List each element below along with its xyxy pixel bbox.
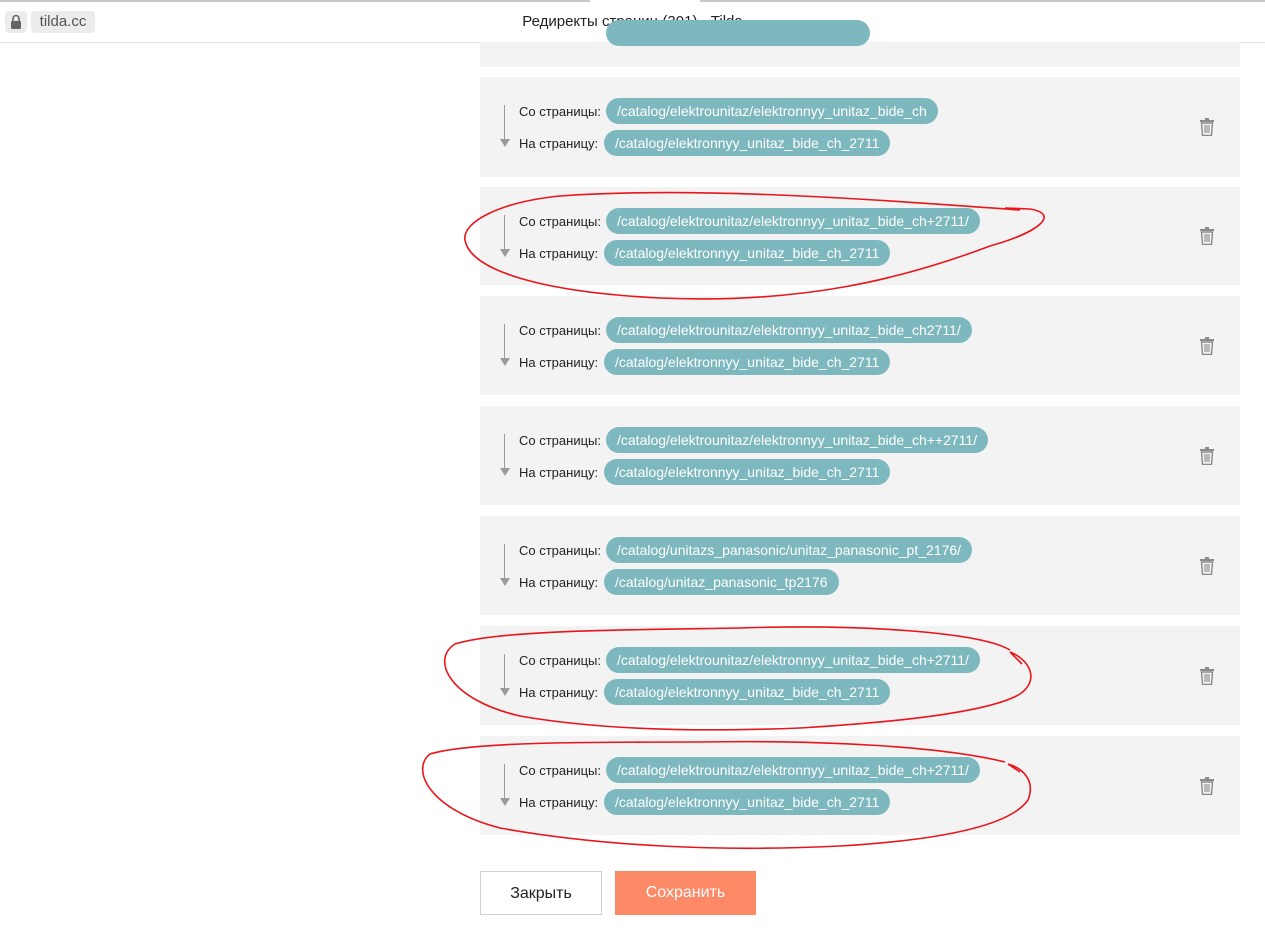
arrow-down-icon-head [500,468,510,476]
arrow-down-icon [504,324,505,359]
arrow-down-icon-head [500,139,510,147]
trash-icon[interactable] [1199,557,1215,575]
redirect-row: Со страницы: /catalog/elektrounitaz/elek… [480,187,1240,285]
to-label: На страницу: [519,136,599,151]
tab-strip-left [0,0,590,2]
save-button[interactable]: Сохранить [615,871,756,915]
to-label: На страницу: [519,355,599,370]
redirect-row-partial [480,20,1240,67]
arrow-down-icon [504,654,505,689]
from-label: Со страницы: [519,104,601,119]
trash-icon[interactable] [1199,227,1215,245]
arrow-down-icon [504,434,505,469]
arrow-down-icon-head [500,578,510,586]
redirect-row: Со страницы: /catalog/elektrounitaz/elek… [480,296,1240,395]
arrow-down-icon [504,215,505,250]
from-path-pill[interactable]: /catalog/elektrounitaz/elektronnyy_unita… [606,427,989,453]
redirect-row: Со страницы: /catalog/elektrounitaz/elek… [480,406,1240,505]
trash-icon[interactable] [1199,777,1215,795]
arrow-down-icon [504,764,505,799]
from-path-pill[interactable]: /catalog/elektrounitaz/elektronnyy_unita… [606,647,980,673]
from-label: Со страницы: [519,433,601,448]
trash-icon[interactable] [1199,118,1215,136]
from-label: Со страницы: [519,323,601,338]
to-path-pill[interactable]: /catalog/elektronnyy_unitaz_bide_ch_2711 [604,679,891,705]
from-path-pill[interactable]: /catalog/elektrounitaz/elektronnyy_unita… [606,757,980,783]
tab-strip-right [700,0,1265,2]
to-label: На страницу: [519,685,599,700]
arrow-down-icon-head [500,798,510,806]
to-label: На страницу: [519,795,599,810]
from-label: Со страницы: [519,214,601,229]
redirect-row: Со страницы: /catalog/elektrounitaz/elek… [480,77,1240,177]
to-path-pill[interactable]: /catalog/elektronnyy_unitaz_bide_ch_2711 [604,459,891,485]
from-label: Со страницы: [519,543,601,558]
arrow-down-icon-head [500,249,510,257]
to-label: На страницу: [519,465,599,480]
arrow-down-icon-head [500,358,510,366]
from-label: Со страницы: [519,653,601,668]
from-path-pill[interactable]: /catalog/elektrounitaz/elektronnyy_unita… [606,98,938,124]
arrow-down-icon [504,544,505,579]
to-path-pill[interactable]: /catalog/elektronnyy_unitaz_bide_ch_2711 [604,349,891,375]
trash-icon[interactable] [1199,447,1215,465]
from-path-pill[interactable]: /catalog/elektrounitaz/elektronnyy_unita… [606,317,972,343]
redirect-row: Со страницы: /catalog/unitazs_panasonic/… [480,516,1240,615]
to-path-pill[interactable]: /catalog/elektronnyy_unitaz_bide_ch_2711 [604,789,891,815]
arrow-down-icon-head [500,688,510,696]
redirect-row: Со страницы: /catalog/elektrounitaz/elek… [480,626,1240,725]
trash-icon[interactable] [1199,667,1215,685]
to-path-pill[interactable]: /catalog/elektronnyy_unitaz_bide_ch_2711 [604,130,891,156]
to-path-pill[interactable]: /catalog/elektronnyy_unitaz_bide_ch_2711 [604,240,891,266]
arrow-down-icon [504,105,505,140]
to-path-pill[interactable]: /catalog/unitaz_panasonic_tp2176 [604,569,839,595]
from-path-pill[interactable]: /catalog/unitazs_panasonic/unitaz_panaso… [606,537,973,563]
trash-icon[interactable] [1199,337,1215,355]
from-label: Со страницы: [519,763,601,778]
from-path-pill[interactable]: /catalog/elektrounitaz/elektronnyy_unita… [606,208,980,234]
to-path-pill-partial [606,20,870,46]
to-label: На страницу: [519,575,599,590]
close-button[interactable]: Закрыть [480,871,602,915]
redirect-row: Со страницы: /catalog/elektrounitaz/elek… [480,736,1240,835]
to-label: На страницу: [519,246,599,261]
